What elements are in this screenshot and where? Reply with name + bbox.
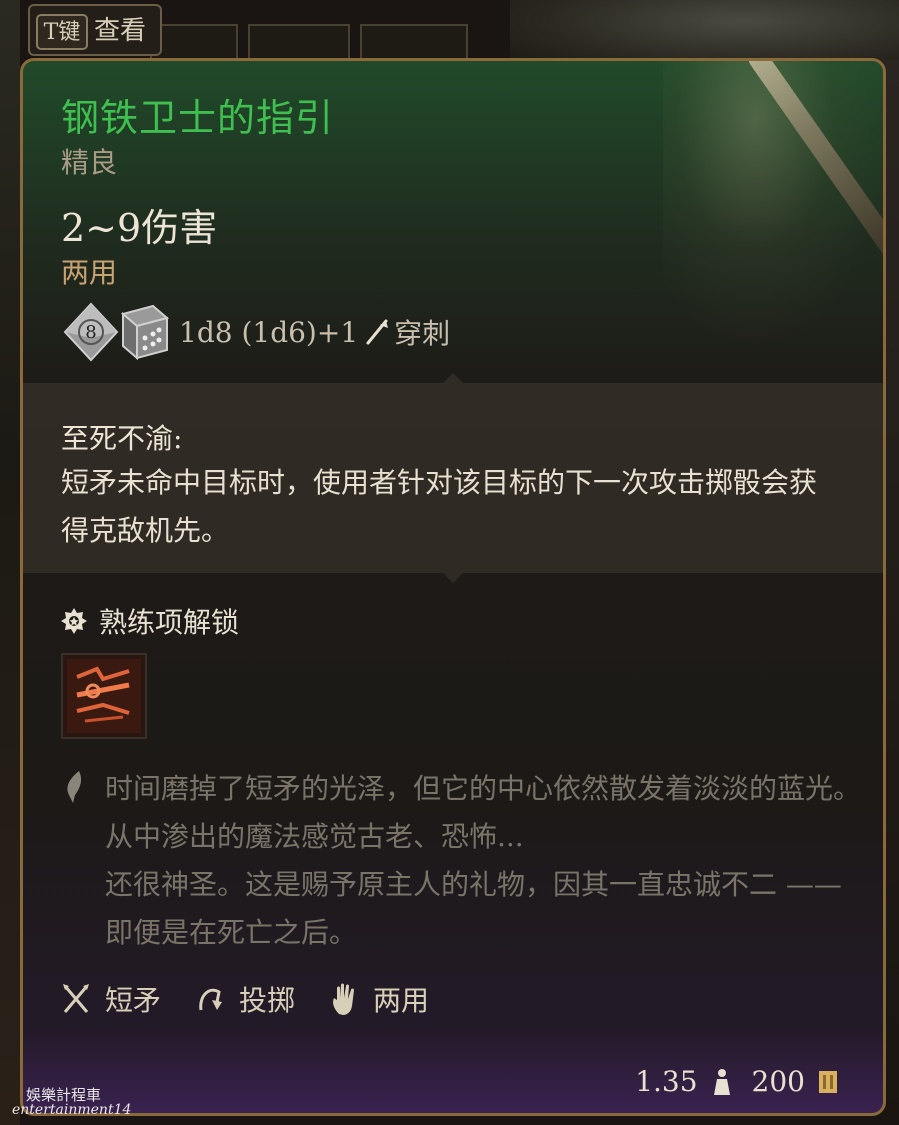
item-name: 钢铁卫士的指引 bbox=[61, 96, 335, 140]
tag-label-versatile: 两用 bbox=[373, 984, 430, 1017]
inspect-label: 查看 bbox=[94, 16, 147, 46]
proficiency-action-tile[interactable] bbox=[61, 653, 147, 739]
item-damage: 2~9伤害 bbox=[61, 206, 218, 250]
item-tooltip: 钢铁卫士的指引 精良 2~9伤害 两用 8 1d8 (1d6)+1 穿刺 至死不… bbox=[20, 58, 886, 1116]
section-notch-top bbox=[443, 373, 463, 383]
hand-icon bbox=[333, 983, 355, 1015]
tag-label-spear: 短矛 bbox=[105, 984, 162, 1017]
crossed-spears-icon bbox=[63, 984, 89, 1013]
dice-formula: 1d8 (1d6)+1 bbox=[179, 315, 359, 349]
passive-name: 至死不渝: bbox=[61, 422, 183, 455]
tag-label-throw: 投掷 bbox=[239, 984, 296, 1017]
weapon-tags-row: 短矛 投掷 两用 bbox=[61, 979, 463, 1019]
damage-dice-row: 8 1d8 (1d6)+1 穿刺 bbox=[63, 297, 450, 367]
passive-description: 短矛未命中目标时，使用者针对该目标的下一次攻击掷骰会获得克敌机先。 bbox=[61, 466, 818, 547]
item-weight: 1.35 bbox=[635, 1065, 698, 1098]
item-price: 200 bbox=[751, 1065, 805, 1098]
proficiency-unlock-row: 熟练项解锁 bbox=[61, 601, 239, 641]
item-rarity: 精良 bbox=[61, 146, 118, 179]
lore-text: 时间磨掉了短矛的光泽，但它的中心依然散发着淡淡的蓝光。从中渗出的魔法感觉古老、恐… bbox=[105, 772, 862, 949]
weight-icon bbox=[713, 1068, 730, 1095]
weapon-action-icon bbox=[67, 659, 141, 733]
proficiency-badge-icon bbox=[61, 608, 87, 634]
proficiency-label: 熟练项解锁 bbox=[99, 606, 240, 639]
d8-die-icon: 8 bbox=[63, 302, 119, 362]
background-left-panel bbox=[0, 0, 20, 1125]
key-hint-badge: T键 bbox=[36, 14, 88, 50]
piercing-damage-icon bbox=[366, 319, 389, 345]
item-handedness: 两用 bbox=[61, 256, 118, 289]
inspect-key-button[interactable]: T键 查看 bbox=[28, 4, 162, 56]
damage-type: 穿刺 bbox=[394, 317, 451, 350]
gold-icon bbox=[819, 1070, 837, 1093]
throw-arc-icon bbox=[199, 988, 223, 1011]
section-notch-bottom bbox=[443, 573, 463, 583]
item-footer: 1.35 200 bbox=[635, 1065, 839, 1098]
lore-quill-icon bbox=[67, 771, 82, 803]
svg-text:8: 8 bbox=[85, 322, 96, 343]
d6-die-icon bbox=[120, 304, 169, 361]
watermark-handle: entertainment14 bbox=[12, 1102, 132, 1118]
